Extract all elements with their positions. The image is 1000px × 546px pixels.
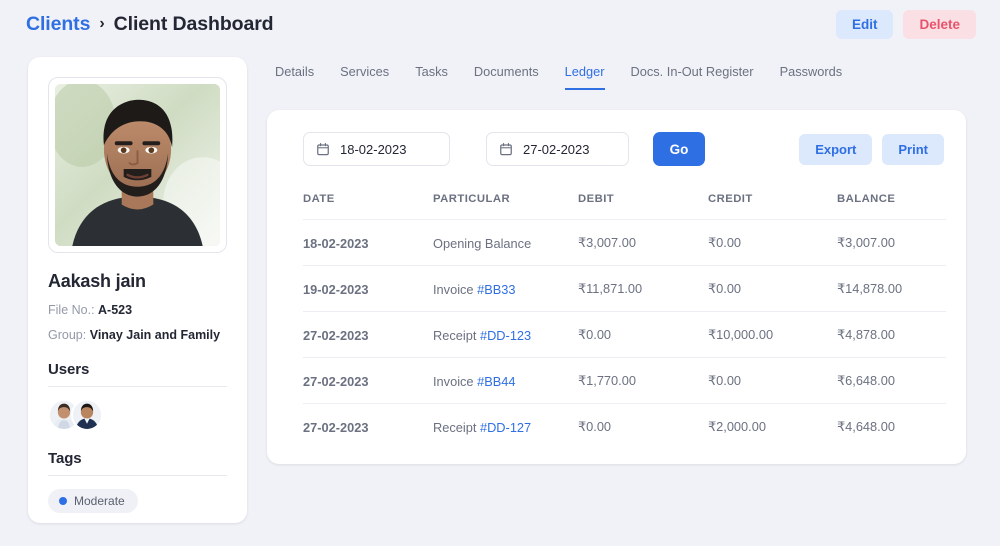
export-button[interactable]: Export — [799, 134, 872, 165]
cell-debit: ₹11,871.00 — [578, 266, 708, 312]
header-actions: Edit Delete — [836, 10, 976, 39]
tag-label: Moderate — [74, 494, 125, 508]
table-row: 27-02-2023 Receipt #DD-123 ₹0.00 ₹10,000… — [303, 312, 946, 358]
file-no-label: File No.: — [48, 303, 95, 317]
ledger-toolbar: 18-02-2023 27-02-2023 Go Export Print — [267, 110, 966, 166]
from-date-input[interactable]: 18-02-2023 — [303, 132, 450, 166]
tab-docs-in-out-register[interactable]: Docs. In-Out Register — [631, 64, 754, 90]
cell-balance: ₹3,007.00 — [837, 220, 946, 266]
breadcrumb-link-clients[interactable]: Clients — [26, 13, 90, 36]
column-header-balance: BALANCE — [837, 193, 946, 220]
cell-credit: ₹0.00 — [708, 220, 837, 266]
cell-particular: Receipt #DD-123 — [433, 312, 578, 358]
cell-particular: Opening Balance — [433, 220, 578, 266]
particular-link[interactable]: #DD-127 — [480, 420, 531, 435]
tab-ledger[interactable]: Ledger — [565, 64, 605, 90]
cell-balance: ₹14,878.00 — [837, 266, 946, 312]
client-name: Aakash jain — [48, 271, 227, 292]
client-file-no: File No.: A-523 — [48, 303, 227, 317]
particular-text: Receipt — [433, 420, 480, 435]
users-section-title: Users — [48, 361, 227, 378]
table-header-row: DATE PARTICULAR DEBIT CREDIT BALANCE — [303, 193, 946, 220]
cell-balance: ₹4,648.00 — [837, 404, 946, 450]
ledger-table: DATE PARTICULAR DEBIT CREDIT BALANCE 18-… — [303, 193, 946, 449]
print-button[interactable]: Print — [882, 134, 944, 165]
cell-particular: Receipt #DD-127 — [433, 404, 578, 450]
user-avatar-group — [48, 399, 227, 431]
tab-passwords[interactable]: Passwords — [780, 64, 843, 90]
column-header-particular: PARTICULAR — [433, 193, 578, 220]
cell-debit: ₹3,007.00 — [578, 220, 708, 266]
tag-dot-icon — [59, 497, 67, 505]
page-title: Client Dashboard — [114, 13, 274, 36]
column-header-debit: DEBIT — [578, 193, 708, 220]
cell-date: 27-02-2023 — [303, 404, 433, 450]
group-label: Group: — [48, 328, 86, 342]
ledger-table-body: 18-02-2023 Opening Balance ₹3,007.00 ₹0.… — [303, 220, 946, 450]
cell-date: 27-02-2023 — [303, 358, 433, 404]
table-row: 27-02-2023 Receipt #DD-127 ₹0.00 ₹2,000.… — [303, 404, 946, 450]
tab-services[interactable]: Services — [340, 64, 389, 90]
to-date-input[interactable]: 27-02-2023 — [486, 132, 629, 166]
tag-list: Moderate — [48, 489, 227, 513]
cell-credit: ₹2,000.00 — [708, 404, 837, 450]
particular-link[interactable]: #DD-123 — [480, 328, 531, 343]
cell-credit: ₹0.00 — [708, 358, 837, 404]
cell-particular: Invoice #BB44 — [433, 358, 578, 404]
ledger-table-head: DATE PARTICULAR DEBIT CREDIT BALANCE — [303, 193, 946, 220]
cell-debit: ₹1,770.00 — [578, 358, 708, 404]
client-profile-card: Aakash jain File No.: A-523 Group: Vinay… — [28, 57, 247, 523]
table-row: 19-02-2023 Invoice #BB33 ₹11,871.00 ₹0.0… — [303, 266, 946, 312]
particular-text: Invoice — [433, 282, 477, 297]
particular-link[interactable]: #BB44 — [477, 374, 515, 389]
cell-credit: ₹0.00 — [708, 266, 837, 312]
tab-tasks[interactable]: Tasks — [415, 64, 448, 90]
column-header-date: DATE — [303, 193, 433, 220]
ledger-panel: 18-02-2023 27-02-2023 Go Export Print — [267, 110, 966, 464]
tab-details[interactable]: Details — [275, 64, 314, 90]
tab-documents[interactable]: Documents — [474, 64, 539, 90]
client-photo-frame — [48, 77, 227, 253]
tags-section-title: Tags — [48, 450, 227, 467]
cell-particular: Invoice #BB33 — [433, 266, 578, 312]
user-avatar-2[interactable] — [71, 399, 103, 431]
tab-bar: Details Services Tasks Documents Ledger … — [275, 60, 842, 90]
cell-debit: ₹0.00 — [578, 404, 708, 450]
delete-button[interactable]: Delete — [903, 10, 976, 39]
toolbar-right-actions: Export Print — [799, 134, 944, 165]
table-row: 27-02-2023 Invoice #BB44 ₹1,770.00 ₹0.00… — [303, 358, 946, 404]
cell-debit: ₹0.00 — [578, 312, 708, 358]
particular-text: Opening Balance — [433, 236, 531, 251]
column-header-credit: CREDIT — [708, 193, 837, 220]
from-date-value: 18-02-2023 — [340, 142, 407, 157]
client-dashboard-page: Clients › Client Dashboard Edit Delete — [0, 0, 1000, 546]
cell-date: 18-02-2023 — [303, 220, 433, 266]
to-date-value: 27-02-2023 — [523, 142, 590, 157]
group-value: Vinay Jain and Family — [90, 328, 220, 342]
status-badge[interactable]: Moderate — [48, 489, 138, 513]
cell-balance: ₹4,878.00 — [837, 312, 946, 358]
cell-date: 27-02-2023 — [303, 312, 433, 358]
go-button[interactable]: Go — [653, 132, 705, 166]
page-header: Clients › Client Dashboard Edit Delete — [0, 0, 1000, 48]
particular-link[interactable]: #BB33 — [477, 282, 515, 297]
breadcrumb: Clients › Client Dashboard — [26, 13, 274, 36]
users-divider — [48, 386, 227, 387]
cell-balance: ₹6,648.00 — [837, 358, 946, 404]
tags-divider — [48, 475, 227, 476]
cell-credit: ₹10,000.00 — [708, 312, 837, 358]
particular-text: Invoice — [433, 374, 477, 389]
calendar-icon — [316, 142, 330, 156]
client-group: Group: Vinay Jain and Family — [48, 328, 227, 342]
table-row: 18-02-2023 Opening Balance ₹3,007.00 ₹0.… — [303, 220, 946, 266]
cell-date: 19-02-2023 — [303, 266, 433, 312]
chevron-right-icon: › — [99, 16, 104, 32]
edit-button[interactable]: Edit — [836, 10, 894, 39]
file-no-value: A-523 — [98, 303, 132, 317]
client-photo — [55, 84, 220, 246]
calendar-icon — [499, 142, 513, 156]
particular-text: Receipt — [433, 328, 480, 343]
